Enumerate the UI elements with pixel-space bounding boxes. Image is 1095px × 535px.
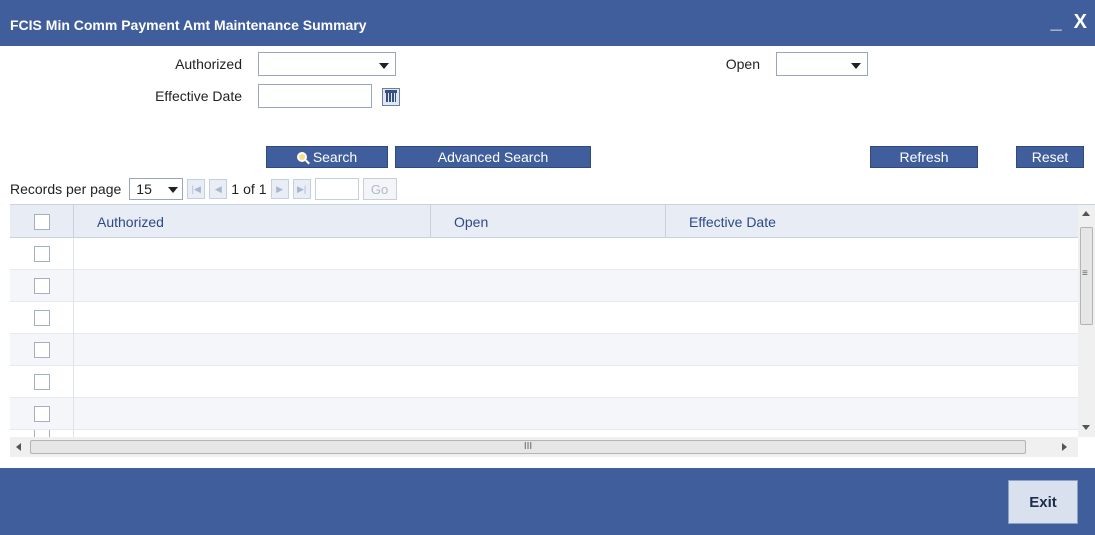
row-checkbox[interactable] <box>34 342 50 358</box>
minimize-button[interactable]: _ <box>1051 12 1062 32</box>
scroll-up-icon[interactable] <box>1082 211 1090 216</box>
table-row <box>10 302 1078 334</box>
open-label: Open <box>725 56 760 72</box>
scroll-left-icon[interactable] <box>16 443 21 451</box>
advanced-search-button[interactable]: Advanced Search <box>395 146 591 168</box>
records-per-page-select[interactable]: 15 <box>129 178 184 200</box>
reset-button[interactable]: Reset <box>1016 146 1084 168</box>
open-select[interactable] <box>776 52 868 76</box>
first-page-icon[interactable]: |◀ <box>187 179 206 199</box>
chevron-down-icon <box>851 63 861 69</box>
row-checkbox[interactable] <box>34 374 50 390</box>
chevron-down-icon <box>168 187 179 193</box>
total-pages: 1 <box>258 181 267 197</box>
go-button[interactable]: Go <box>362 178 397 200</box>
scroll-right-icon[interactable] <box>1062 443 1067 451</box>
effective-date-label: Effective Date <box>155 88 242 104</box>
authorized-select[interactable] <box>258 52 396 76</box>
search-button-label: Search <box>312 149 358 165</box>
records-per-page-label: Records per page <box>10 181 122 197</box>
column-header-effective-date[interactable]: Effective Date <box>689 214 776 230</box>
row-checkbox[interactable] <box>34 406 50 422</box>
grid-header: Authorized Open Effective Date <box>10 205 1078 238</box>
close-button[interactable]: X <box>1074 12 1087 32</box>
column-header-open[interactable]: Open <box>454 214 488 230</box>
row-checkbox[interactable] <box>34 278 50 294</box>
calendar-icon[interactable] <box>382 88 400 106</box>
advanced-search-label: Advanced Search <box>437 149 549 165</box>
next-page-icon[interactable]: ▶ <box>270 179 289 199</box>
scroll-down-icon[interactable] <box>1082 425 1090 430</box>
pagination-bar: Records per page 15 |◀ ◀ 1 of 1 ▶ ▶| Go <box>10 176 397 202</box>
search-icon <box>296 152 307 162</box>
effective-date-input[interactable] <box>258 84 372 108</box>
table-row <box>10 398 1078 430</box>
row-checkbox[interactable] <box>34 430 50 437</box>
vertical-scroll-thumb[interactable] <box>1080 227 1093 325</box>
refresh-button[interactable]: Refresh <box>870 146 978 168</box>
window-title: FCIS Min Comm Payment Amt Maintenance Su… <box>10 17 367 33</box>
vertical-scrollbar[interactable] <box>1078 205 1095 437</box>
refresh-label: Refresh <box>899 149 949 165</box>
row-checkbox[interactable] <box>34 310 50 326</box>
current-page: 1 <box>231 181 240 197</box>
table-row <box>10 334 1078 366</box>
table-row <box>10 270 1078 302</box>
table-row <box>10 366 1078 398</box>
previous-page-icon[interactable]: ◀ <box>209 179 228 199</box>
chevron-down-icon <box>379 63 389 69</box>
footer-bar <box>0 468 1095 535</box>
column-header-authorized[interactable]: Authorized <box>97 214 164 230</box>
horizontal-scroll-thumb[interactable]: III <box>30 440 1026 454</box>
of-label: of <box>243 181 255 197</box>
results-grid: Authorized Open Effective Date III <box>10 204 1095 458</box>
select-all-checkbox[interactable] <box>34 214 50 230</box>
row-checkbox[interactable] <box>34 246 50 262</box>
reset-label: Reset <box>1031 149 1069 165</box>
authorized-label: Authorized <box>175 56 242 72</box>
table-row <box>10 238 1078 270</box>
table-row <box>10 430 1078 437</box>
page-number-input[interactable] <box>314 178 359 200</box>
records-per-page-value: 15 <box>136 181 152 197</box>
last-page-icon[interactable]: ▶| <box>292 179 311 199</box>
search-button[interactable]: Search <box>266 146 388 168</box>
horizontal-scrollbar[interactable]: III <box>10 437 1078 457</box>
exit-button[interactable]: Exit <box>1008 480 1078 524</box>
title-bar: FCIS Min Comm Payment Amt Maintenance Su… <box>0 0 1095 46</box>
